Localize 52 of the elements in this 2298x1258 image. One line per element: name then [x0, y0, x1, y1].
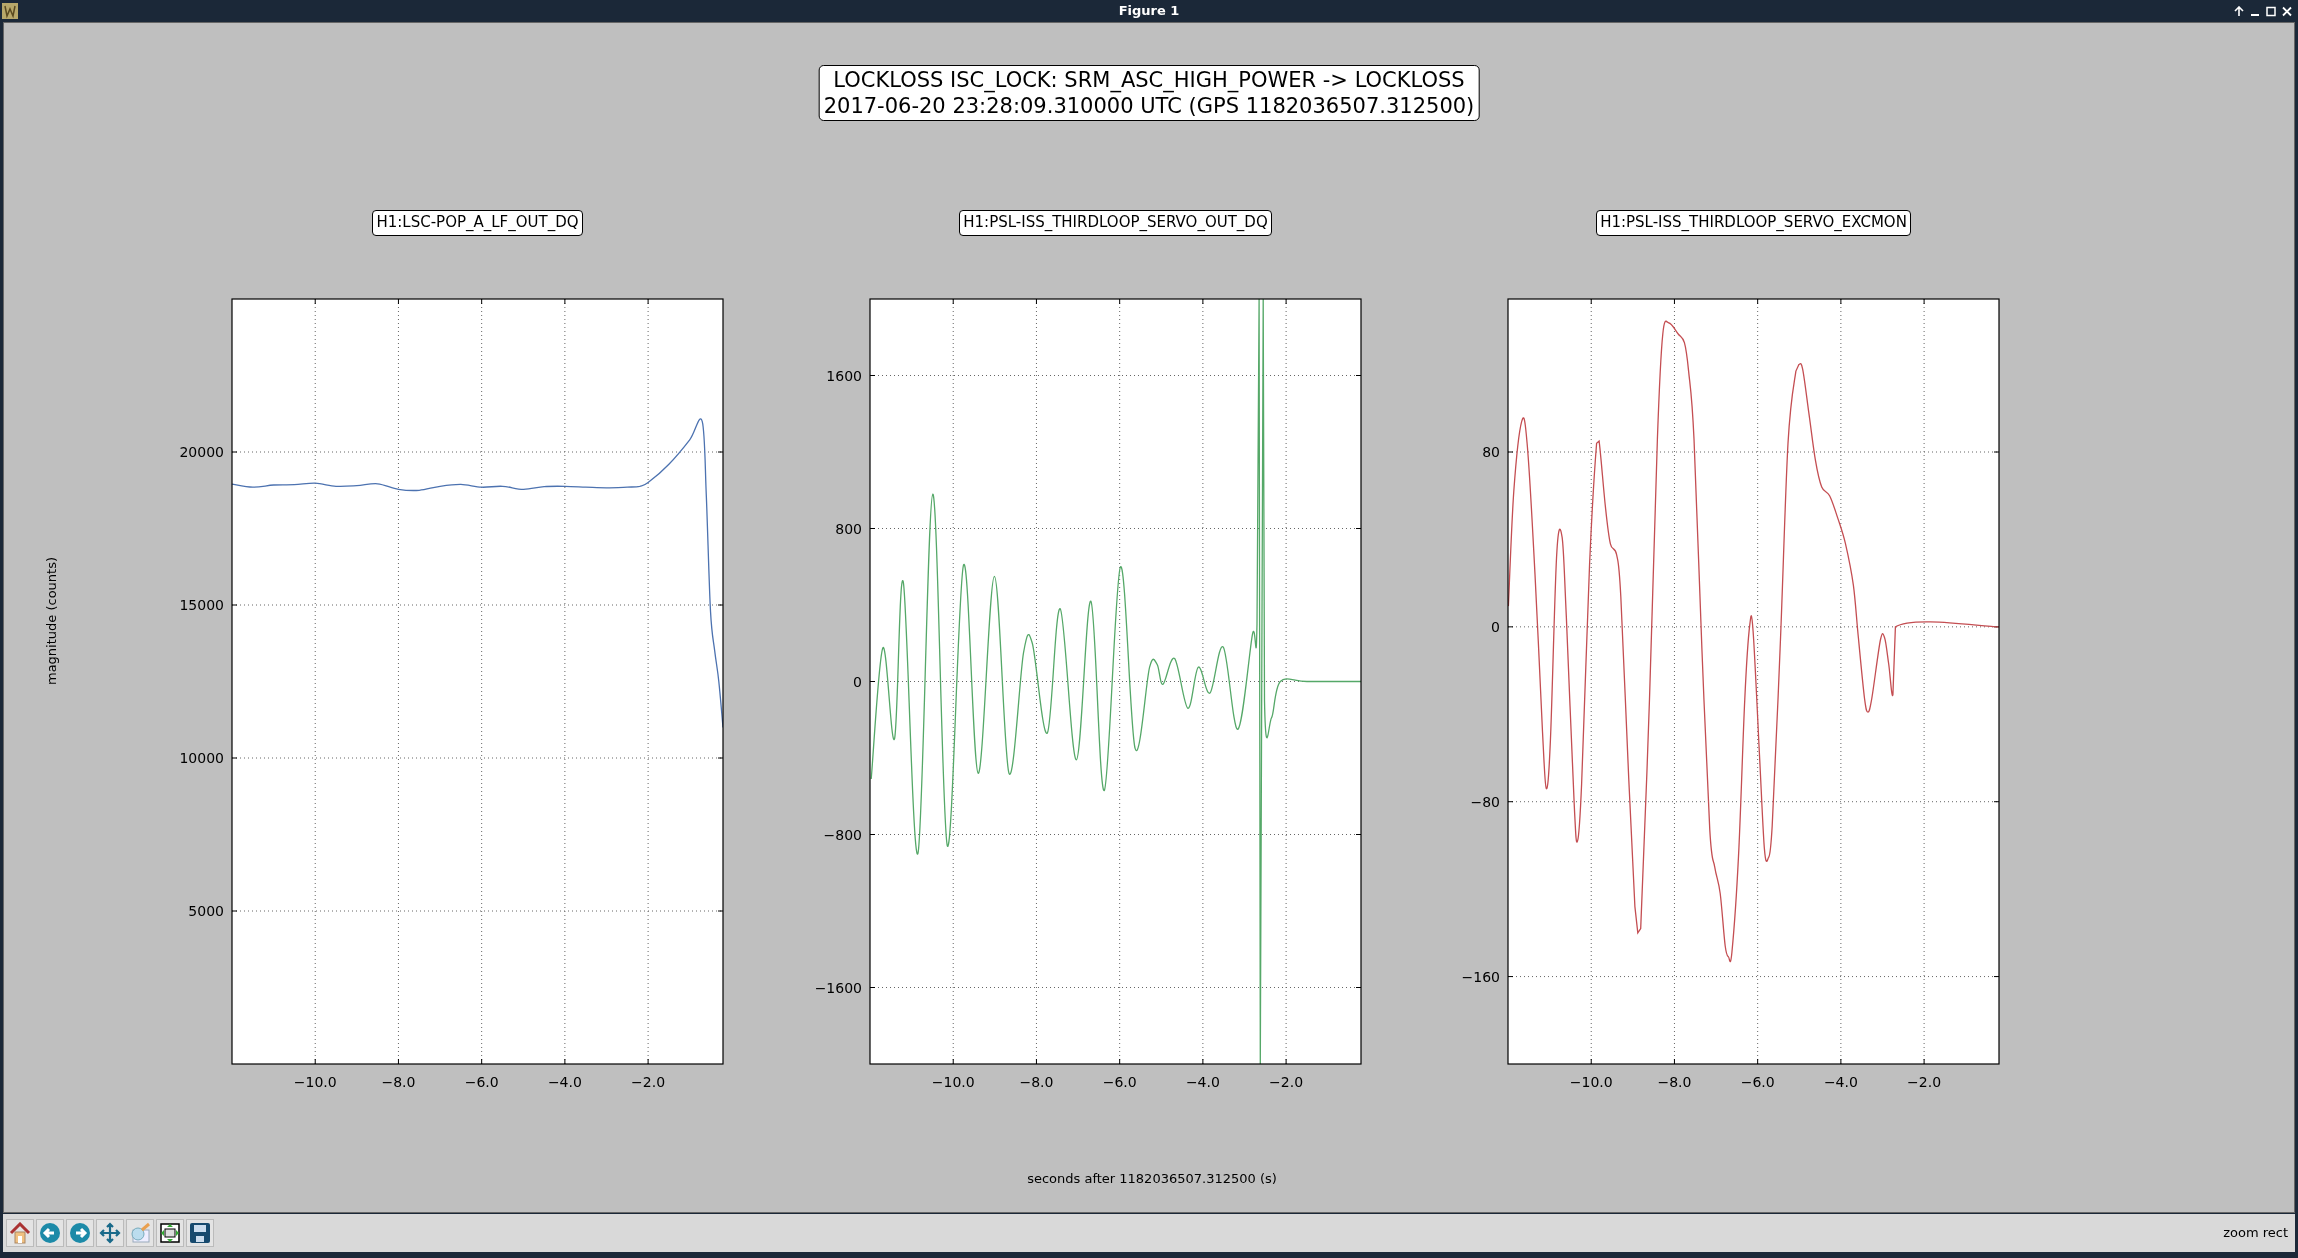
- move-icon: [99, 1222, 121, 1244]
- tick-label: −8.0: [1657, 1074, 1692, 1090]
- tick-label: 0: [853, 673, 862, 690]
- tick-label: −6.0: [464, 1074, 499, 1090]
- tick-label: 1600: [826, 367, 862, 384]
- chart-title: H1:PSL-ISS_THIRDLOOP_SERVO_OUT_DQ: [959, 210, 1272, 236]
- tick-label: −10.0: [931, 1074, 975, 1090]
- home-icon: [9, 1222, 31, 1244]
- save-button[interactable]: [186, 1219, 214, 1247]
- subplots-icon: [159, 1222, 181, 1244]
- tick-label: 10000: [179, 750, 224, 766]
- arrow-left-icon: [39, 1222, 61, 1244]
- home-button[interactable]: [6, 1219, 34, 1247]
- tick-label: −2.0: [1907, 1074, 1942, 1090]
- tick-label: 0: [1491, 618, 1500, 635]
- app-icon: [2, 3, 18, 19]
- tick-label: −8.0: [1019, 1074, 1054, 1090]
- tick-label: 15000: [179, 597, 224, 613]
- status-text: zoom rect: [2223, 1224, 2289, 1243]
- tick-label: −6.0: [1102, 1074, 1137, 1090]
- tick-label: 5000: [188, 903, 224, 919]
- axis-label: magnitude (counts): [43, 557, 61, 685]
- arrow-up-icon[interactable]: [2234, 5, 2244, 17]
- tick-label: −4.0: [1823, 1074, 1858, 1090]
- tick-label: −160: [1461, 968, 1500, 985]
- tick-label: −4.0: [547, 1074, 582, 1090]
- maximize-icon[interactable]: [2266, 5, 2276, 17]
- window-title: Figure 1: [1118, 2, 1180, 21]
- forward-button[interactable]: [66, 1219, 94, 1247]
- tick-label: −10.0: [1569, 1074, 1613, 1090]
- axis-label: seconds after 1182036507.312500 (s): [1027, 1170, 1277, 1188]
- tick-label: 80: [1482, 444, 1500, 460]
- back-button[interactable]: [36, 1219, 64, 1247]
- configure-button[interactable]: [156, 1219, 184, 1247]
- tick-label: −800: [823, 826, 862, 843]
- arrow-right-icon: [69, 1222, 91, 1244]
- tick-label: −6.0: [1740, 1074, 1775, 1090]
- chart-title: H1:PSL-ISS_THIRDLOOP_SERVO_EXCMON: [1596, 210, 1911, 236]
- tick-label: −10.0: [293, 1074, 337, 1090]
- tick-label: 800: [835, 520, 862, 537]
- tick-label: 20000: [179, 444, 224, 460]
- zoom-rect-icon: [129, 1222, 151, 1244]
- tick-label: −2.0: [631, 1074, 666, 1090]
- tick-label: −1600: [814, 979, 862, 996]
- tick-label: −4.0: [1185, 1074, 1220, 1090]
- pan-button[interactable]: [96, 1219, 124, 1247]
- close-icon[interactable]: [2282, 5, 2292, 17]
- tick-label: −2.0: [1269, 1074, 1304, 1090]
- tick-label: −80: [1470, 793, 1500, 810]
- figure-title: LOCKLOSS ISC_LOCK: SRM_ASC_HIGH_POWER -> LOCKLOSS 2017-06-20 23:28:09.310000 UTC (GPS 1182036507.312500): [818, 65, 1480, 121]
- chart-title: H1:LSC-POP_A_LF_OUT_DQ: [372, 210, 583, 236]
- tick-label: −8.0: [381, 1074, 416, 1090]
